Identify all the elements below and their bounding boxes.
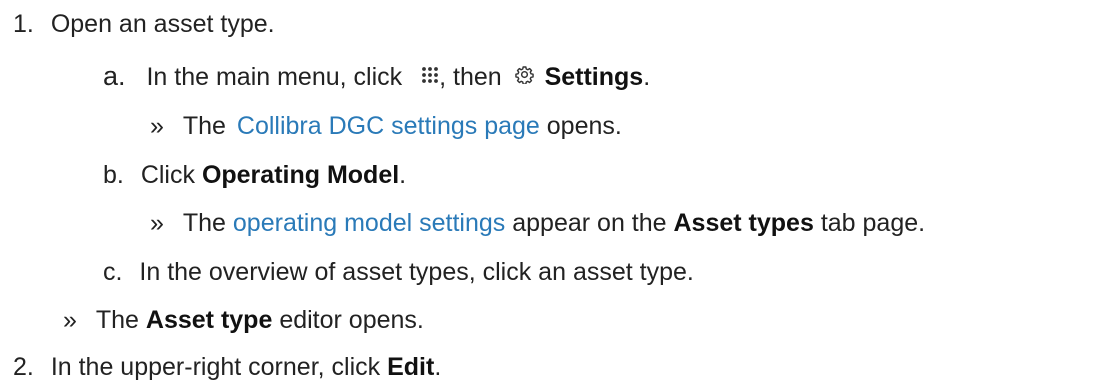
edit-label: Edit bbox=[387, 353, 435, 381]
substep-b-result-text-before: The bbox=[182, 209, 226, 237]
result-marker: » bbox=[150, 112, 164, 140]
settings-label: Settings bbox=[544, 63, 644, 91]
substep-a-marker: a. bbox=[103, 61, 126, 91]
step-1-result-text-before: The bbox=[95, 306, 139, 334]
substep-b-text-before: Click bbox=[140, 161, 195, 189]
step-1-result: » The Asset type editor opens. bbox=[63, 305, 424, 335]
step-2-text-before: In the upper-right corner, click bbox=[50, 353, 381, 381]
substep-a: a. In the main menu, click , then Settin… bbox=[103, 61, 650, 92]
substep-a-result-text-after: opens. bbox=[546, 112, 622, 140]
substep-a-text-after: . bbox=[643, 63, 651, 91]
asset-types-label: Asset types bbox=[673, 209, 814, 237]
asset-type-label: Asset type bbox=[145, 306, 273, 334]
substep-b-result-text-after: tab page. bbox=[820, 209, 926, 237]
step-1: 1. Open an asset type. bbox=[13, 9, 275, 39]
step-2-text-after: . bbox=[434, 353, 442, 381]
operating-model-settings-link[interactable]: operating model settings bbox=[233, 209, 505, 237]
gear-icon[interactable] bbox=[514, 65, 534, 84]
substep-b-text-after: . bbox=[399, 161, 407, 189]
result-marker: » bbox=[150, 209, 164, 237]
step-2-marker: 2. bbox=[13, 353, 34, 381]
substep-a-result-text-before: The bbox=[182, 112, 226, 140]
step-1-result-text-after: editor opens. bbox=[279, 306, 424, 334]
substep-b-result-text-middle: appear on the bbox=[512, 209, 667, 237]
substep-b-result: » The operating model settings appear on… bbox=[150, 208, 925, 238]
step-1-text: Open an asset type. bbox=[50, 10, 275, 38]
step-2: 2. In the upper-right corner, click Edit… bbox=[13, 352, 441, 382]
result-marker: » bbox=[63, 306, 77, 334]
substep-c-marker: c. bbox=[103, 258, 123, 286]
substep-b: b. Click Operating Model. bbox=[103, 160, 406, 190]
substep-a-text-middle: , then bbox=[439, 63, 502, 91]
substep-a-text-before: In the main menu, click bbox=[146, 63, 403, 91]
collibra-dgc-settings-page-link[interactable]: Collibra DGC settings page bbox=[237, 112, 540, 140]
step-1-marker: 1. bbox=[13, 10, 34, 38]
substep-a-result: » The Collibra DGC settings page opens. bbox=[150, 111, 622, 141]
substep-b-marker: b. bbox=[103, 161, 124, 189]
substep-c: c. In the overview of asset types, click… bbox=[103, 257, 694, 287]
operating-model-label: Operating Model bbox=[201, 161, 400, 189]
substep-c-text: In the overview of asset types, click an… bbox=[139, 258, 694, 286]
grid-dots-icon[interactable] bbox=[421, 66, 439, 84]
